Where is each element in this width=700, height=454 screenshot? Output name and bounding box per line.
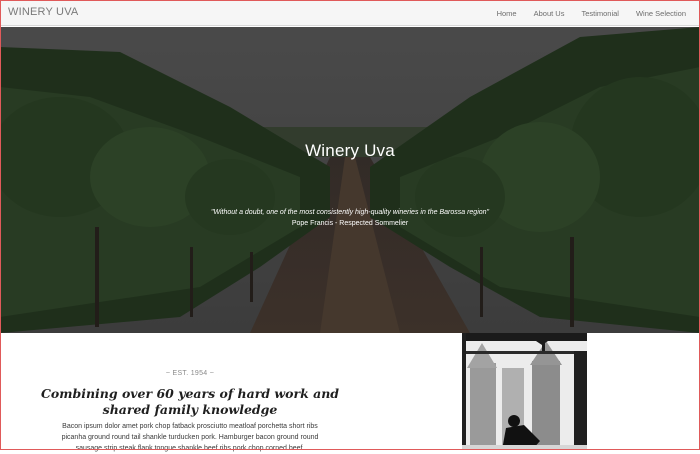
about-body-line-3: sausage strip steak flank tongue shankle…: [75, 445, 305, 452]
about-section: ~ EST. 1954 ~ Combining over 60 years of…: [30, 333, 350, 452]
nav-link-home[interactable]: Home: [497, 9, 517, 18]
nav-link-wine-selection[interactable]: Wine Selection: [636, 9, 686, 18]
about-headline-line-1: Combining over 60 years of hard work and: [40, 386, 340, 401]
vineyard-background-image: [0, 27, 700, 333]
about-body-line-2: picanha ground round tail shankle turduc…: [61, 434, 319, 441]
about-body-text: Bacon ipsum dolor amet pork chop fatback…: [40, 421, 340, 454]
hero-quote: "Without a doubt, one of the most consis…: [210, 209, 490, 216]
nav-link-testimonial[interactable]: Testimonial: [581, 9, 619, 18]
established-label: ~ EST. 1954 ~: [165, 370, 215, 377]
brand-logo[interactable]: WINERY UVA: [8, 6, 78, 18]
hero-quote-author: Pope Francis - Respected Sommelier: [291, 220, 409, 227]
winemaker-photo: [462, 333, 587, 450]
about-headline: Combining over 60 years of hard work and…: [30, 386, 350, 418]
nav-link-about-us[interactable]: About Us: [534, 9, 565, 18]
nav-links: Home About Us Testimonial Wine Selection: [480, 0, 686, 26]
hero-section: Winery Uva "Without a doubt, one of the …: [0, 27, 700, 333]
about-body-line-1: Bacon ipsum dolor amet pork chop fatback…: [62, 423, 318, 430]
about-headline-line-2: shared family knowledge: [102, 402, 278, 417]
top-navbar: WINERY UVA Home About Us Testimonial Win…: [0, 0, 700, 26]
hero-title: Winery Uva: [305, 141, 395, 160]
winemaker-photo-image: [462, 333, 587, 450]
